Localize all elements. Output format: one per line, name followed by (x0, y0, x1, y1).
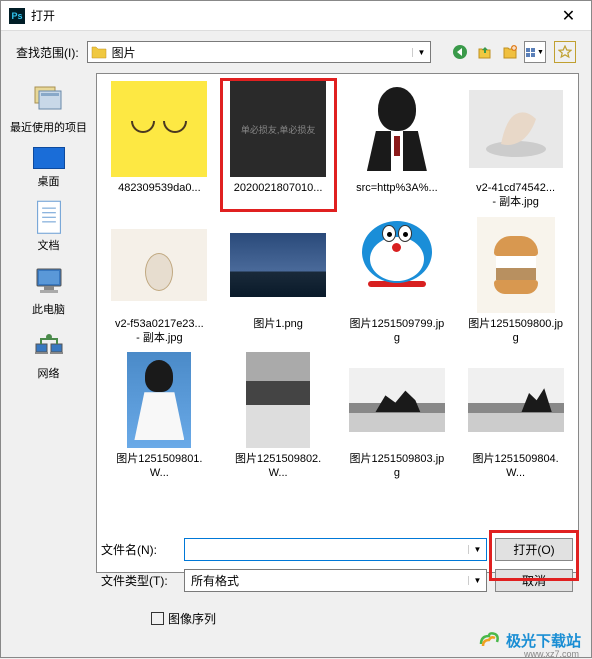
open-button[interactable]: 打开(O) (495, 538, 573, 561)
sidebar-network[interactable]: 网络 (1, 329, 96, 381)
window-title: 打开 (31, 7, 55, 24)
favorite-button[interactable] (554, 41, 576, 63)
file-name: 482309539da0... (118, 181, 201, 195)
file-item[interactable]: 图片1251509804.W... (457, 349, 574, 483)
file-item[interactable]: 图片1251509802.W... (220, 349, 337, 483)
folder-dropdown-icon[interactable]: ▼ (412, 48, 430, 57)
file-item[interactable]: 图片1251509799.jpg (339, 214, 456, 348)
close-button[interactable]: ✕ (546, 1, 591, 31)
folder-name: 图片 (110, 44, 412, 61)
file-browser[interactable]: 482309539da0... 单必损友,单必损友 2020021807010.… (96, 73, 579, 573)
file-name: 2020021807010... (234, 181, 323, 195)
filename-input[interactable]: ▼ (184, 538, 487, 561)
file-item[interactable]: src=http%3A%... (339, 78, 456, 212)
file-item[interactable]: 图片1251509800.jpg (457, 214, 574, 348)
file-item[interactable]: 图片1.png (220, 214, 337, 348)
sequence-label: 图像序列 (168, 610, 216, 627)
file-item[interactable]: 图片1251509801.W... (101, 349, 218, 483)
file-item[interactable]: v2-41cd74542... - 副本.jpg (457, 78, 574, 212)
file-name: v2-41cd74542... - 副本.jpg (476, 181, 555, 210)
sidebar-recent-label: 最近使用的项目 (10, 119, 87, 135)
file-name: src=http%3A%... (356, 181, 438, 195)
filetype-select[interactable]: 所有格式 ▼ (184, 569, 487, 592)
dropdown-icon[interactable]: ▼ (468, 576, 486, 585)
watermark-logo-icon (477, 628, 501, 652)
file-name: 图片1.png (253, 317, 303, 331)
document-icon (33, 201, 65, 233)
thumbnail (362, 81, 432, 177)
file-name: 图片1251509804.W... (466, 452, 566, 481)
file-name: 图片1251509803.jpg (347, 452, 447, 481)
thumbnail (111, 229, 207, 301)
sidebar-recent[interactable]: 最近使用的项目 (1, 83, 96, 135)
new-folder-button[interactable] (499, 41, 521, 63)
file-item[interactable]: 图片1251509803.jpg (339, 349, 456, 483)
thumbnail: 单必损友,单必损友 (230, 81, 326, 177)
view-mode-button[interactable]: ▼ (524, 41, 546, 63)
thumbnail (477, 217, 555, 313)
cancel-button[interactable]: 取消 (495, 569, 573, 592)
sidebar-desktop[interactable]: 桌面 (1, 147, 96, 189)
sidebar-network-label: 网络 (38, 365, 60, 381)
file-name: 图片1251509799.jpg (347, 317, 447, 346)
thumbnail (246, 352, 310, 448)
recent-icon (33, 83, 65, 115)
thumbnail (111, 81, 207, 177)
thumbnail (230, 233, 326, 297)
thumbnail (469, 90, 563, 168)
dropdown-icon[interactable]: ▼ (468, 545, 486, 554)
thumbnail (349, 368, 445, 432)
network-icon (33, 329, 65, 361)
file-item[interactable]: v2-f53a0217e23... - 副本.jpg (101, 214, 218, 348)
file-name: v2-f53a0217e23... - 副本.jpg (115, 317, 204, 346)
file-name: 图片1251509800.jpg (466, 317, 566, 346)
filetype-label: 文件类型(T): (101, 572, 176, 589)
sidebar-docs-label: 文档 (38, 237, 60, 253)
file-name: 图片1251509801.W... (109, 452, 209, 481)
thumbnail (355, 217, 439, 313)
sequence-checkbox[interactable] (151, 612, 164, 625)
file-name: 图片1251509802.W... (228, 452, 328, 481)
up-folder-button[interactable] (474, 41, 496, 63)
range-label: 查找范围(I): (16, 44, 79, 61)
sidebar-computer[interactable]: 此电脑 (1, 265, 96, 317)
filename-label: 文件名(N): (101, 541, 176, 558)
folder-icon (88, 45, 110, 59)
computer-icon (33, 265, 65, 297)
desktop-icon (33, 147, 65, 169)
thumbnail (468, 368, 564, 432)
photoshop-icon: Ps (9, 8, 25, 24)
file-item[interactable]: 482309539da0... (101, 78, 218, 212)
sidebar-docs[interactable]: 文档 (1, 201, 96, 253)
folder-select[interactable]: 图片 ▼ (87, 41, 431, 63)
back-button[interactable] (449, 41, 471, 63)
file-item[interactable]: 单必损友,单必损友 2020021807010... (220, 78, 337, 212)
sidebar-desktop-label: 桌面 (38, 173, 60, 189)
thumbnail (127, 352, 191, 448)
sidebar-computer-label: 此电脑 (32, 301, 65, 317)
